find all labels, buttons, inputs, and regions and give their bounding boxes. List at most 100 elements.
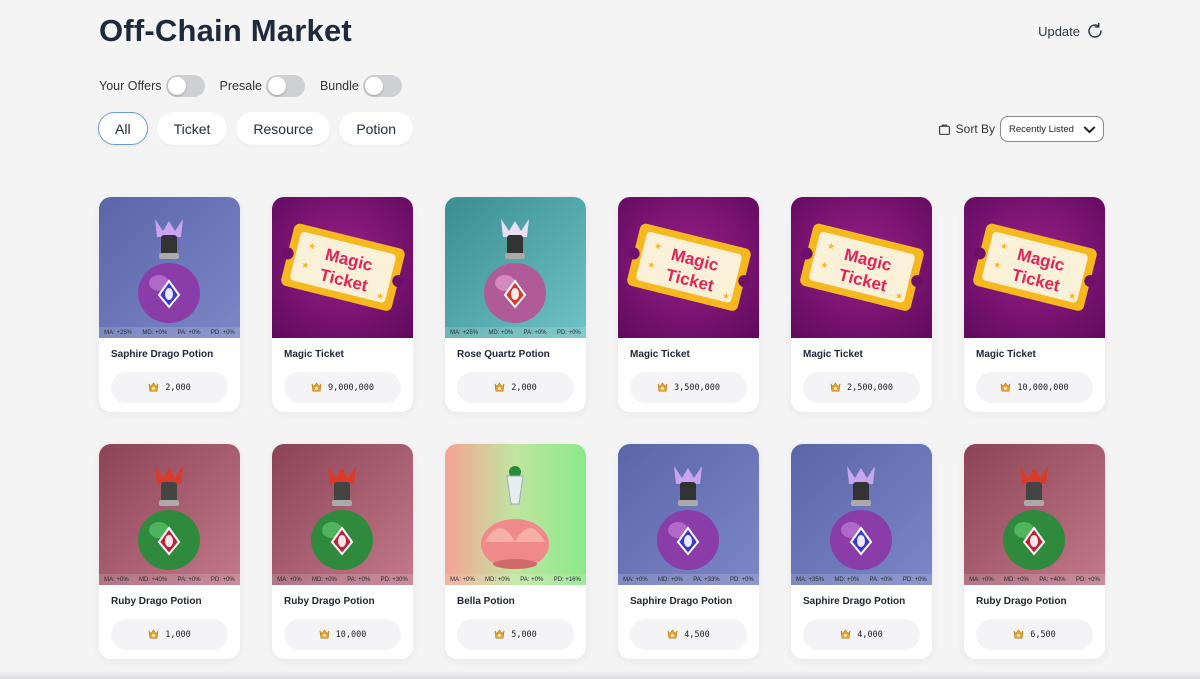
stat-value: MA: +0% <box>623 576 648 583</box>
price-value: 4,500 <box>684 629 710 640</box>
stat-value: MD: +0% <box>1004 576 1029 583</box>
stat-value: MA: +25% <box>104 329 133 336</box>
ticket-image: Magic Ticket ★ ★ ★ <box>272 197 413 338</box>
potion-image: MA: +25% MD: +0% PA: +0% PD: +0% <box>445 197 586 338</box>
coin-icon <box>667 629 678 639</box>
sort-label: Sort By <box>955 122 995 136</box>
tab-ticket[interactable]: Ticket <box>156 112 228 145</box>
stat-value: MA: +0% <box>104 576 129 583</box>
price-button[interactable]: 1,000 <box>111 619 228 650</box>
item-card[interactable]: MA: +0% MD: +40% PA: +0% PD: +0% Ruby Drago … <box>99 444 240 659</box>
price-button[interactable]: 6,500 <box>976 619 1093 650</box>
presale-switch[interactable] <box>265 75 305 97</box>
market-grid: MA: +25% MD: +0% PA: +0% PD: +0% Saphire Dra… <box>99 197 1105 659</box>
stat-value: PA: +0% <box>523 329 547 336</box>
stat-value: MA: +0% <box>969 576 994 583</box>
item-card[interactable]: MA: +35% MD: +0% PA: +0% PD: +0% Saphire Dra… <box>791 444 932 659</box>
item-card[interactable]: Magic Ticket ★ ★ ★ Magic Ticket 10,000,0… <box>964 197 1105 412</box>
stat-value: PD: +0% <box>556 329 581 336</box>
sort-select[interactable]: Recently Listed <box>1000 116 1104 142</box>
price-button[interactable]: 10,000,000 <box>976 372 1093 403</box>
price-value: 3,500,000 <box>673 382 721 393</box>
switch-knob <box>364 77 383 95</box>
item-card[interactable]: MA: +0% MD: +0% PA: +40% PD: +0% Ruby Drago … <box>964 444 1105 659</box>
toggle-bundle: Bundle <box>320 75 402 97</box>
coin-icon <box>1013 629 1024 639</box>
page-bottom-edge <box>0 671 1200 679</box>
toggle-label: Bundle <box>319 79 359 93</box>
coin-icon <box>319 629 329 639</box>
item-card[interactable]: Magic Ticket ★ ★ ★ Magic Ticket 3,500,00… <box>618 197 759 412</box>
bundle-switch[interactable] <box>362 75 402 97</box>
coin-icon <box>148 382 159 392</box>
item-card[interactable]: Magic Ticket ★ ★ ★ Magic Ticket 9,000,00… <box>272 197 413 412</box>
stat-value: PD: +0% <box>1075 576 1100 583</box>
potion-image: MA: +0% MD: +0% PA: +0% PD: +30% <box>272 444 413 585</box>
switch-knob <box>267 77 286 95</box>
item-name: Magic Ticket <box>976 349 1036 360</box>
stat-value: PA: +40% <box>1039 576 1066 583</box>
update-label: Update <box>1038 23 1080 39</box>
potion-image: MA: +35% MD: +0% PA: +0% PD: +0% <box>791 444 932 585</box>
coin-icon <box>494 382 505 392</box>
item-name: Saphire Drago Potion <box>111 349 214 360</box>
tab-all[interactable]: All <box>98 112 148 145</box>
stat-value: MD: +0% <box>485 576 510 583</box>
price-button[interactable]: 2,500,000 <box>803 372 920 403</box>
item-card[interactable]: Magic Ticket ★ ★ ★ Magic Ticket 2,500,00… <box>791 197 932 412</box>
tab-resource[interactable]: Resource <box>236 112 331 145</box>
stat-value: PA: +0% <box>520 576 544 583</box>
item-stats: MA: +0% MD: +0% PA: +40% PD: +0% <box>964 574 1105 585</box>
item-card[interactable]: MA: +0% MD: +0% PA: +33% PD: +0% Saphire Dra… <box>618 444 759 659</box>
price-value: 10,000 <box>335 629 367 640</box>
item-name: Rose Quartz Potion <box>457 349 550 360</box>
price-value: 5,000 <box>511 629 537 640</box>
price-button[interactable]: 10,000 <box>284 619 401 650</box>
update-button[interactable]: Update <box>1038 22 1104 40</box>
category-tabs: All Ticket Resource Potion <box>98 112 414 145</box>
price-button[interactable]: 9,000,000 <box>284 372 401 403</box>
coin-icon <box>830 382 841 392</box>
item-card[interactable]: MA: +0% MD: +0% PA: +0% PD: +30% Ruby Drago … <box>272 444 413 659</box>
coin-icon <box>311 382 322 392</box>
price-button[interactable]: 4,500 <box>630 619 747 650</box>
item-stats: MA: +25% MD: +0% PA: +0% PD: +0% <box>99 327 240 338</box>
potion-image: MA: +25% MD: +0% PA: +0% PD: +0% <box>99 197 240 338</box>
price-button[interactable]: 2,000 <box>111 372 228 403</box>
coin-icon <box>1001 382 1011 392</box>
your-offers-switch[interactable] <box>165 75 205 97</box>
stat-value: MD: +0% <box>142 329 168 336</box>
stat-value: PA: +0% <box>177 576 201 583</box>
price-button[interactable]: 5,000 <box>457 619 574 650</box>
item-stats: MA: +35% MD: +0% PA: +0% PD: +0% <box>791 574 932 585</box>
sort-selected-value: Recently Listed <box>1009 123 1074 135</box>
price-value: 9,000,000 <box>327 382 375 393</box>
coin-icon <box>840 629 851 639</box>
item-name: Saphire Drago Potion <box>630 596 733 607</box>
item-stats: MA: +0% MD: +40% PA: +0% PD: +0% <box>99 574 240 585</box>
sort-control: Sort By Recently Listed <box>938 116 1104 142</box>
stat-value: MA: +0% <box>277 576 302 583</box>
price-button[interactable]: 4,000 <box>803 619 920 650</box>
stat-value: PD: +16% <box>553 576 581 583</box>
stat-value: PA: +0% <box>869 576 893 583</box>
item-card[interactable]: MA: +25% MD: +0% PA: +0% PD: +0% Rose Quartz… <box>445 197 586 412</box>
price-button[interactable]: 2,000 <box>457 372 574 403</box>
item-card[interactable]: MA: +25% MD: +0% PA: +0% PD: +0% Saphire Dra… <box>99 197 240 412</box>
stat-value: PD: +0% <box>210 329 235 336</box>
tab-potion[interactable]: Potion <box>339 112 414 145</box>
ticket-image: Magic Ticket ★ ★ ★ <box>964 197 1105 338</box>
item-stats: MA: +25% MD: +0% PA: +0% PD: +0% <box>445 327 586 338</box>
price-button[interactable]: 3,500,000 <box>630 372 747 403</box>
toggle-presale: Presale <box>220 75 305 97</box>
price-value: 10,000,000 <box>1017 382 1069 393</box>
coin-icon <box>657 382 668 392</box>
stat-value: PA: +0% <box>347 576 371 583</box>
price-value: 2,000 <box>511 382 537 393</box>
ticket-image: Magic Ticket ★ ★ ★ <box>618 197 759 338</box>
potion-image: MA: +0% MD: +0% PA: +0% PD: +16% <box>445 444 586 585</box>
stat-value: MD: +0% <box>834 576 860 583</box>
item-card[interactable]: MA: +0% MD: +0% PA: +0% PD: +16% Bella Potio… <box>445 444 586 659</box>
item-name: Ruby Drago Potion <box>111 596 202 607</box>
item-name: Ruby Drago Potion <box>284 596 375 607</box>
